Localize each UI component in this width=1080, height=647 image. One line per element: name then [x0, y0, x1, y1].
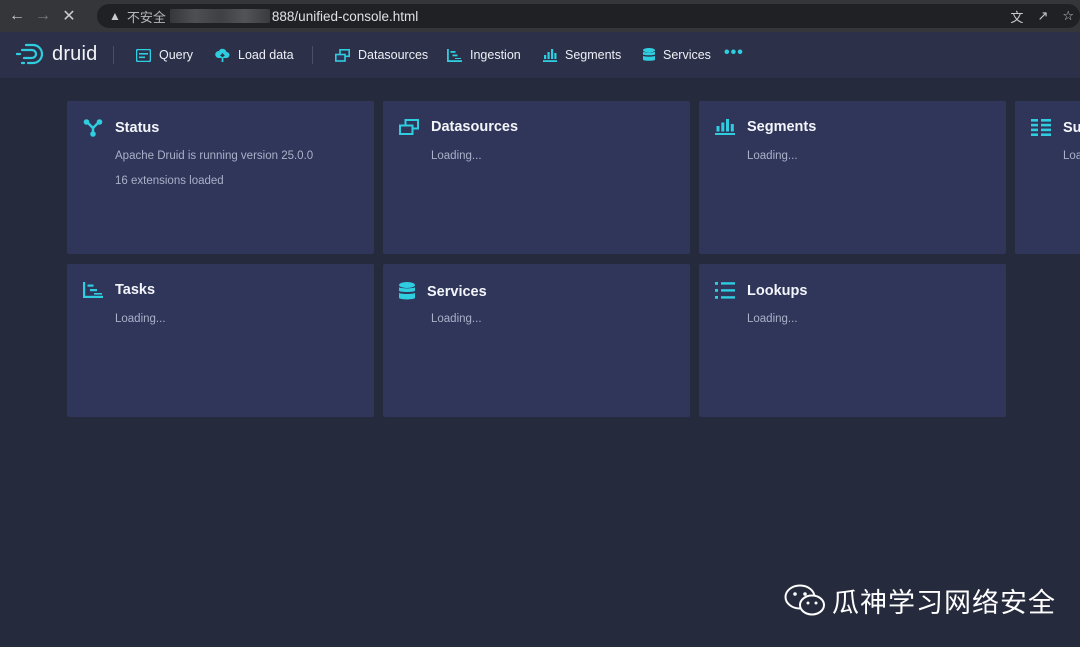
nav-load-data[interactable]: Load data: [215, 46, 294, 64]
bookmark-star-icon[interactable]: ☆: [1062, 8, 1074, 24]
ingestion-icon: [447, 48, 462, 62]
segments-icon: [715, 119, 735, 135]
nav-datasources-label: Datasources: [358, 48, 429, 62]
back-icon[interactable]: ←: [4, 0, 30, 32]
datasources-icon: [399, 119, 419, 135]
query-icon: [136, 48, 151, 62]
nav-segments[interactable]: Segments: [543, 46, 621, 64]
upload-icon: [215, 48, 230, 62]
loading-text: Loading...: [115, 313, 166, 325]
warning-icon: ▲: [109, 9, 121, 23]
druid-navbar: druid Query Load data Datasources Ingest…: [0, 32, 1080, 78]
datasources-card[interactable]: Datasources Loading...: [383, 101, 690, 254]
more-menu-icon[interactable]: •••: [724, 44, 744, 62]
segments-card[interactable]: Segments Loading...: [699, 101, 1006, 254]
graph-icon: [83, 119, 103, 137]
loading-text: Loading...: [747, 150, 798, 162]
nav-ingestion[interactable]: Ingestion: [447, 46, 521, 64]
card-title: Datasources: [431, 119, 519, 135]
card-title: Status: [115, 120, 160, 136]
card-title: Lookups: [747, 282, 808, 299]
nav-divider: [312, 46, 313, 64]
nav-ingestion-label: Ingestion: [470, 48, 521, 62]
loading-text: Loading...: [747, 313, 798, 325]
loading-text: Loading...: [431, 150, 482, 162]
translate-icon[interactable]: 文: [1010, 7, 1023, 26]
status-version-text: Apache Druid is running version 25.0.0: [115, 150, 314, 162]
card-title: Services: [427, 283, 487, 300]
forward-icon[interactable]: →: [30, 0, 56, 32]
wechat-watermark: 瓜神学习网络安全: [784, 581, 1056, 620]
supervisors-card[interactable]: Su Loa: [1015, 101, 1080, 254]
nav-divider: [113, 46, 114, 64]
address-bar[interactable]: ▲ 不安全 888/unified-console.html 文 ↗ ☆: [97, 4, 1080, 28]
ingestion-icon: [83, 282, 103, 298]
database-icon: [643, 48, 655, 61]
lookups-card[interactable]: Lookups Loading...: [699, 264, 1006, 417]
nav-load-data-label: Load data: [238, 48, 294, 62]
status-card[interactable]: Status Apache Druid is running version 2…: [67, 101, 374, 254]
properties-list-icon: [715, 282, 735, 299]
list-columns-icon: [1031, 119, 1051, 136]
redacted-host: [169, 9, 270, 23]
status-extensions-text: 16 extensions loaded: [115, 175, 224, 187]
stop-loading-icon[interactable]: ✕: [56, 0, 82, 32]
browser-toolbar: ← → ✕ ▲ 不安全 888/unified-console.html 文 ↗…: [0, 0, 1080, 32]
nav-datasources[interactable]: Datasources: [335, 46, 428, 64]
share-icon[interactable]: ↗: [1037, 8, 1048, 24]
druid-logo-icon: [16, 43, 44, 65]
loading-text: Loading...: [431, 313, 482, 325]
card-title: Segments: [747, 119, 817, 135]
wechat-icon: [784, 584, 825, 615]
logo-text: druid: [52, 42, 98, 65]
security-label: 不安全: [126, 9, 166, 25]
nav-query-label: Query: [159, 48, 194, 62]
tasks-card[interactable]: Tasks Loading...: [67, 264, 374, 417]
nav-segments-label: Segments: [565, 48, 622, 62]
segments-icon: [543, 48, 557, 62]
card-title: Tasks: [115, 282, 156, 298]
datasources-icon: [335, 48, 350, 62]
services-card[interactable]: Services Loading...: [383, 264, 690, 417]
url-text: 888/unified-console.html: [271, 8, 419, 24]
watermark-text: 瓜神学习网络安全: [832, 588, 1056, 619]
database-icon: [399, 282, 415, 300]
nav-query[interactable]: Query: [136, 46, 193, 64]
loading-text: Loa: [1063, 150, 1080, 162]
druid-logo[interactable]: druid: [16, 42, 97, 66]
nav-services[interactable]: Services: [643, 46, 711, 64]
card-title: Su: [1063, 119, 1080, 136]
nav-services-label: Services: [663, 48, 711, 62]
